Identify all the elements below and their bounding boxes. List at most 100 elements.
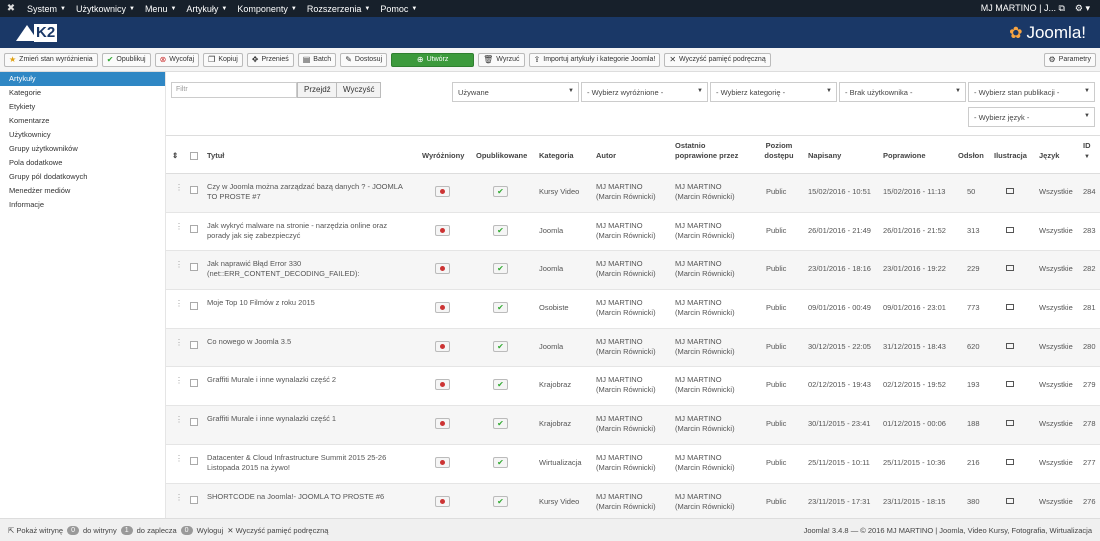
article-title-link[interactable]: Moje Top 10 Filmów z roku 2015 — [207, 298, 412, 308]
row-checkbox[interactable] — [190, 456, 198, 465]
gear-icon[interactable]: ⚙ ▾ — [1075, 3, 1090, 14]
col-author[interactable]: Autor — [596, 151, 616, 161]
parameters-button[interactable]: ⚙ Parametry — [1043, 52, 1096, 67]
sidebar-item-tags[interactable]: Etykiety — [0, 100, 165, 114]
published-toggle[interactable]: ✔ — [493, 224, 508, 236]
featured-toggle[interactable] — [435, 340, 450, 352]
ordering-select[interactable]: Używane ▼ — [452, 82, 579, 102]
move-button[interactable]: ✥ Przenieś — [246, 52, 294, 67]
drag-handle-icon[interactable]: ⋮ — [175, 454, 183, 463]
sidebar-item-extra-fields[interactable]: Pola dodatkowe — [0, 156, 165, 170]
row-checkbox[interactable] — [190, 495, 198, 504]
featured-toggle[interactable] — [435, 456, 450, 468]
published-toggle[interactable]: ✔ — [493, 186, 508, 197]
featured-toggle[interactable] — [435, 263, 450, 275]
author-link[interactable]: MJ MARTINO (Marcin Równicki) — [596, 453, 668, 473]
sidebar-item-media-manager[interactable]: Menedżer mediów — [0, 184, 165, 198]
published-toggle[interactable]: ✔ — [493, 340, 508, 352]
featured-toggle[interactable] — [435, 418, 450, 430]
row-checkbox[interactable] — [190, 379, 198, 388]
featured-toggle[interactable] — [435, 224, 450, 236]
category-link[interactable]: Kursy Video — [539, 497, 579, 507]
featured-toggle[interactable] — [435, 495, 450, 507]
drag-handle-icon[interactable]: ⋮ — [175, 376, 183, 385]
sidebar-item-user-groups[interactable]: Grupy użytkowników — [0, 142, 165, 156]
author-link[interactable]: MJ MARTINO (Marcin Równicki) — [596, 259, 668, 279]
modified-by-link[interactable]: MJ MARTINO (Marcin Równicki) — [675, 453, 747, 473]
author-link[interactable]: MJ MARTINO (Marcin Równicki) — [596, 414, 668, 434]
modified-by-link[interactable]: MJ MARTINO (Marcin Równicki) — [675, 337, 747, 357]
col-image[interactable]: Ilustracja — [994, 151, 1027, 161]
col-modified-by[interactable]: Ostatnio poprawione przez — [675, 141, 747, 161]
drag-handle-icon[interactable]: ⋮ — [175, 493, 183, 502]
menu-help[interactable]: Pomoc ▼ — [375, 4, 422, 14]
published-toggle[interactable]: ✔ — [493, 263, 508, 275]
author-link[interactable]: MJ MARTINO (Marcin Równicki) — [596, 182, 668, 202]
col-modified[interactable]: Poprawione — [883, 151, 926, 161]
featured-toggle[interactable] — [435, 186, 450, 197]
published-toggle[interactable]: ✔ — [493, 456, 508, 468]
publish-button[interactable]: ✔ Opublikuj — [101, 52, 151, 67]
published-toggle[interactable]: ✔ — [493, 495, 508, 507]
col-category[interactable]: Kategoria — [539, 151, 574, 161]
clear-cache-button[interactable]: ✕ Wyczyść pamięć podręczną — [664, 52, 771, 67]
sidebar-item-categories[interactable]: Kategorie — [0, 86, 165, 100]
published-toggle[interactable]: ✔ — [493, 302, 508, 314]
category-link[interactable]: Wirtualizacja — [539, 458, 582, 468]
row-checkbox[interactable] — [190, 224, 198, 233]
drag-handle-icon[interactable]: ⋮ — [175, 338, 183, 347]
modified-by-link[interactable]: MJ MARTINO (Marcin Równicki) — [675, 375, 747, 395]
view-site-link[interactable]: ⇱ Pokaż witrynę — [8, 526, 63, 535]
joomla-icon[interactable]: ✖ — [0, 3, 22, 14]
article-title-link[interactable]: SHORTCODE na Joomla!- JOOMLA TO PROSTE #… — [207, 492, 412, 502]
col-hits[interactable]: Odsłon — [958, 151, 984, 161]
drag-handle-icon[interactable]: ⋮ — [175, 415, 183, 424]
row-checkbox[interactable] — [190, 340, 198, 349]
sidebar-item-information[interactable]: Informacje — [0, 198, 165, 212]
sidebar-item-extra-field-groups[interactable]: Grupy pól dodatkowych — [0, 170, 165, 184]
modified-by-link[interactable]: MJ MARTINO (Marcin Równicki) — [675, 492, 747, 512]
drag-handle-icon[interactable]: ⋮ — [175, 183, 183, 192]
col-id[interactable]: ID — [1083, 141, 1091, 151]
modified-by-link[interactable]: MJ MARTINO (Marcin Równicki) — [675, 298, 747, 318]
category-link[interactable]: Joomla — [539, 342, 563, 352]
publish-state-select[interactable]: - Wybierz stan publikacji - ▼ — [968, 82, 1095, 102]
article-title-link[interactable]: Jak naprawić Błąd Error 330 (net::ERR_CO… — [207, 259, 412, 279]
import-button[interactable]: ⇪ Importuj artykuły i kategorie Joomla! — [528, 52, 661, 67]
col-created[interactable]: Napisany — [808, 151, 841, 161]
author-link[interactable]: MJ MARTINO (Marcin Równicki) — [596, 221, 668, 241]
col-published[interactable]: Opublikowane — [476, 151, 527, 161]
published-toggle[interactable]: ✔ — [493, 379, 508, 391]
drag-handle-icon[interactable]: ⋮ — [175, 260, 183, 269]
row-checkbox[interactable] — [190, 418, 198, 427]
category-link[interactable]: Joomla — [539, 264, 563, 274]
col-featured[interactable]: Wyróżniony — [422, 151, 464, 161]
logout-link[interactable]: Wyloguj — [197, 526, 224, 535]
published-toggle[interactable]: ✔ — [493, 418, 508, 430]
col-access[interactable]: Poziom dostępu — [761, 141, 797, 161]
article-title-link[interactable]: Graffiti Murale i inne wynalazki część 2 — [207, 375, 412, 385]
drag-handle-icon[interactable]: ⋮ — [175, 222, 183, 231]
author-link[interactable]: MJ MARTINO (Marcin Równicki) — [596, 492, 668, 512]
menu-users[interactable]: Użytkownicy ▼ — [71, 4, 140, 14]
create-button[interactable]: ⊕ Utwórz — [391, 52, 475, 67]
category-link[interactable]: Krajobraz — [539, 380, 571, 390]
clear-filter-button[interactable]: Wyczyść — [336, 82, 382, 98]
row-checkbox[interactable] — [190, 302, 198, 311]
go-button[interactable]: Przejdź — [297, 82, 338, 98]
drag-handle-icon[interactable]: ⋮ — [175, 299, 183, 308]
language-select[interactable]: - Wybierz język - ▼ — [968, 107, 1095, 127]
article-title-link[interactable]: Graffiti Murale i inne wynalazki część 1 — [207, 414, 412, 424]
menu-extensions[interactable]: Rozszerzenia ▼ — [302, 4, 375, 14]
filter-input[interactable]: Filtr — [171, 82, 297, 98]
unpublish-button[interactable]: ⊗ Wycofaj — [154, 52, 200, 67]
menu-components[interactable]: Komponenty ▼ — [232, 4, 302, 14]
category-select[interactable]: - Wybierz kategorię - ▼ — [710, 82, 837, 102]
customize-button[interactable]: ✎ Dostosuj — [340, 52, 388, 67]
toggle-featured-button[interactable]: ★ Zmień stan wyróżnienia — [4, 52, 98, 67]
category-link[interactable]: Krajobraz — [539, 419, 571, 429]
author-link[interactable]: MJ MARTINO (Marcin Równicki) — [596, 337, 668, 357]
sort-icon[interactable]: ⇕ — [172, 151, 178, 161]
category-link[interactable]: Osobiste — [539, 303, 569, 313]
sidebar-item-articles[interactable]: Artykuły — [0, 72, 165, 86]
